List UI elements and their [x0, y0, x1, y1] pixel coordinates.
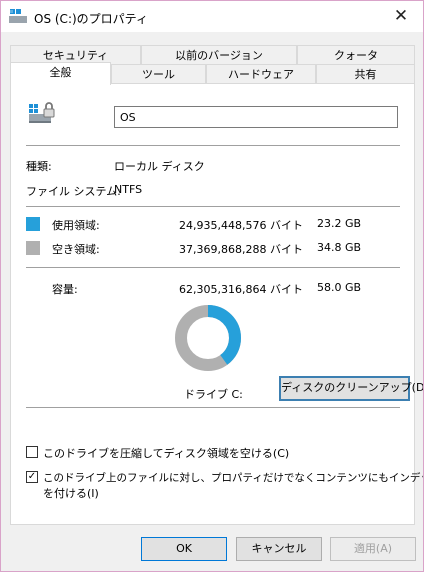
- tab-tools[interactable]: ツール: [111, 64, 206, 83]
- divider: [26, 145, 400, 146]
- drive-letter-label: ドライブ C:: [184, 388, 243, 401]
- tab-row-front: 全般 ツール ハードウェア 共有: [10, 62, 415, 85]
- title-bar: OS (C:)のプロパティ ✕: [1, 1, 423, 32]
- window-title: OS (C:)のプロパティ: [34, 12, 148, 26]
- tab-hardware[interactable]: ハードウェア: [206, 64, 316, 83]
- disk-cleanup-button[interactable]: ディスクのクリーンアップ(D): [279, 376, 423, 401]
- free-space-swatch: [26, 241, 40, 255]
- tab-quota[interactable]: クォータ: [297, 45, 415, 64]
- capacity-gb: 58.0 GB: [317, 281, 362, 294]
- properties-window: OS (C:)のプロパティ ✕ セキュリティ 以前のバージョン クォータ 全般 …: [0, 0, 424, 572]
- index-checkbox[interactable]: ✓: [26, 471, 38, 483]
- disk-usage-donut: [175, 305, 241, 371]
- tab-general[interactable]: 全般: [10, 62, 111, 85]
- free-space-label: 空き領域:: [52, 243, 100, 256]
- compress-label: このドライブを圧縮してディスク領域を空ける(C): [43, 447, 290, 460]
- ok-button[interactable]: OK: [141, 537, 227, 561]
- divider: [26, 206, 400, 207]
- used-space-bytes: 24,935,448,576 バイト: [179, 219, 303, 232]
- type-value: ローカル ディスク: [114, 160, 205, 173]
- apply-button[interactable]: 適用(A): [330, 537, 416, 561]
- tab-sharing[interactable]: 共有: [316, 64, 415, 83]
- type-label: 種類:: [26, 160, 52, 173]
- drive-name-input[interactable]: [114, 106, 398, 128]
- divider: [26, 267, 400, 268]
- drive-lock-icon: [29, 102, 55, 123]
- cancel-button[interactable]: キャンセル: [236, 537, 322, 561]
- used-space-label: 使用領域:: [52, 219, 100, 232]
- used-space-gb: 23.2 GB: [317, 217, 362, 230]
- close-button[interactable]: ✕: [379, 1, 423, 32]
- free-space-gb: 34.8 GB: [317, 241, 362, 254]
- index-label-line1: このドライブ上のファイルに対し、プロパティだけでなくコンテンツにもインデックス: [43, 472, 424, 484]
- used-space-swatch: [26, 217, 40, 231]
- index-label-line2: を付ける(I): [43, 487, 99, 500]
- free-space-bytes: 37,369,868,288 バイト: [179, 243, 303, 256]
- filesystem-label: ファイル システム:: [26, 185, 121, 198]
- tab-previous-versions[interactable]: 以前のバージョン: [141, 45, 297, 64]
- capacity-label: 容量:: [52, 283, 78, 296]
- compress-checkbox[interactable]: [26, 446, 38, 458]
- filesystem-value: NTFS: [114, 183, 143, 196]
- capacity-bytes: 62,305,316,864 バイト: [179, 283, 303, 296]
- general-panel: 種類: ローカル ディスク ファイル システム: NTFS 使用領域: 24,9…: [10, 83, 423, 525]
- drive-icon: [9, 9, 27, 23]
- divider: [26, 407, 400, 408]
